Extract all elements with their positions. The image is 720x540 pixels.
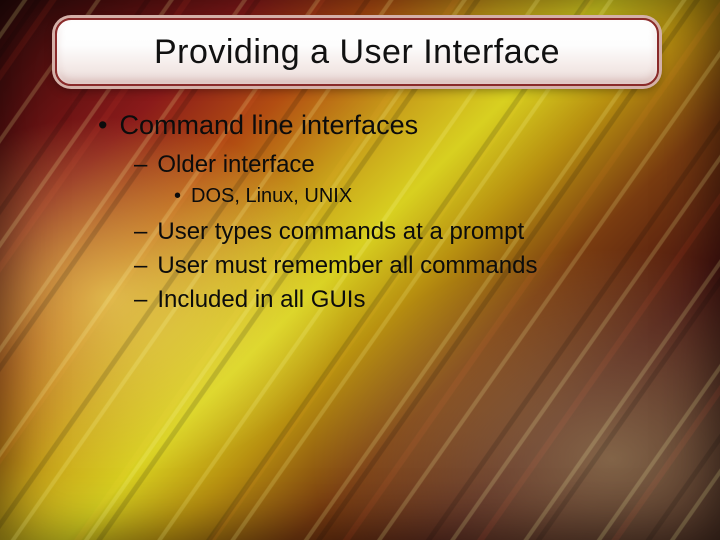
- dash-icon: –: [134, 286, 147, 314]
- slide: Providing a User Interface • Command lin…: [0, 0, 720, 540]
- bullet-level2: – User must remember all commands: [134, 252, 658, 280]
- bullet-dot-icon: •: [98, 110, 107, 141]
- slide-body: • Command line interfaces – Older interf…: [98, 110, 658, 320]
- bullet-level2: – User types commands at a prompt: [134, 218, 658, 246]
- bullet-text: DOS, Linux, UNIX: [191, 185, 658, 208]
- slide-title: Providing a User Interface: [154, 33, 560, 72]
- bullet-dot-icon: •: [174, 185, 181, 208]
- bullet-text: User types commands at a prompt: [157, 218, 658, 246]
- dash-icon: –: [134, 218, 147, 246]
- title-box: Providing a User Interface: [55, 18, 659, 86]
- bullet-text: User must remember all commands: [157, 252, 658, 280]
- bullet-level3: • DOS, Linux, UNIX: [174, 185, 658, 208]
- bullet-text: Included in all GUIs: [157, 286, 658, 314]
- bullet-level2: – Included in all GUIs: [134, 286, 658, 314]
- bullet-level2: – Older interface: [134, 151, 658, 179]
- bullet-text: Command line interfaces: [119, 110, 658, 141]
- bullet-level1: • Command line interfaces: [98, 110, 658, 141]
- dash-icon: –: [134, 151, 147, 179]
- bullet-text: Older interface: [157, 151, 658, 179]
- dash-icon: –: [134, 252, 147, 280]
